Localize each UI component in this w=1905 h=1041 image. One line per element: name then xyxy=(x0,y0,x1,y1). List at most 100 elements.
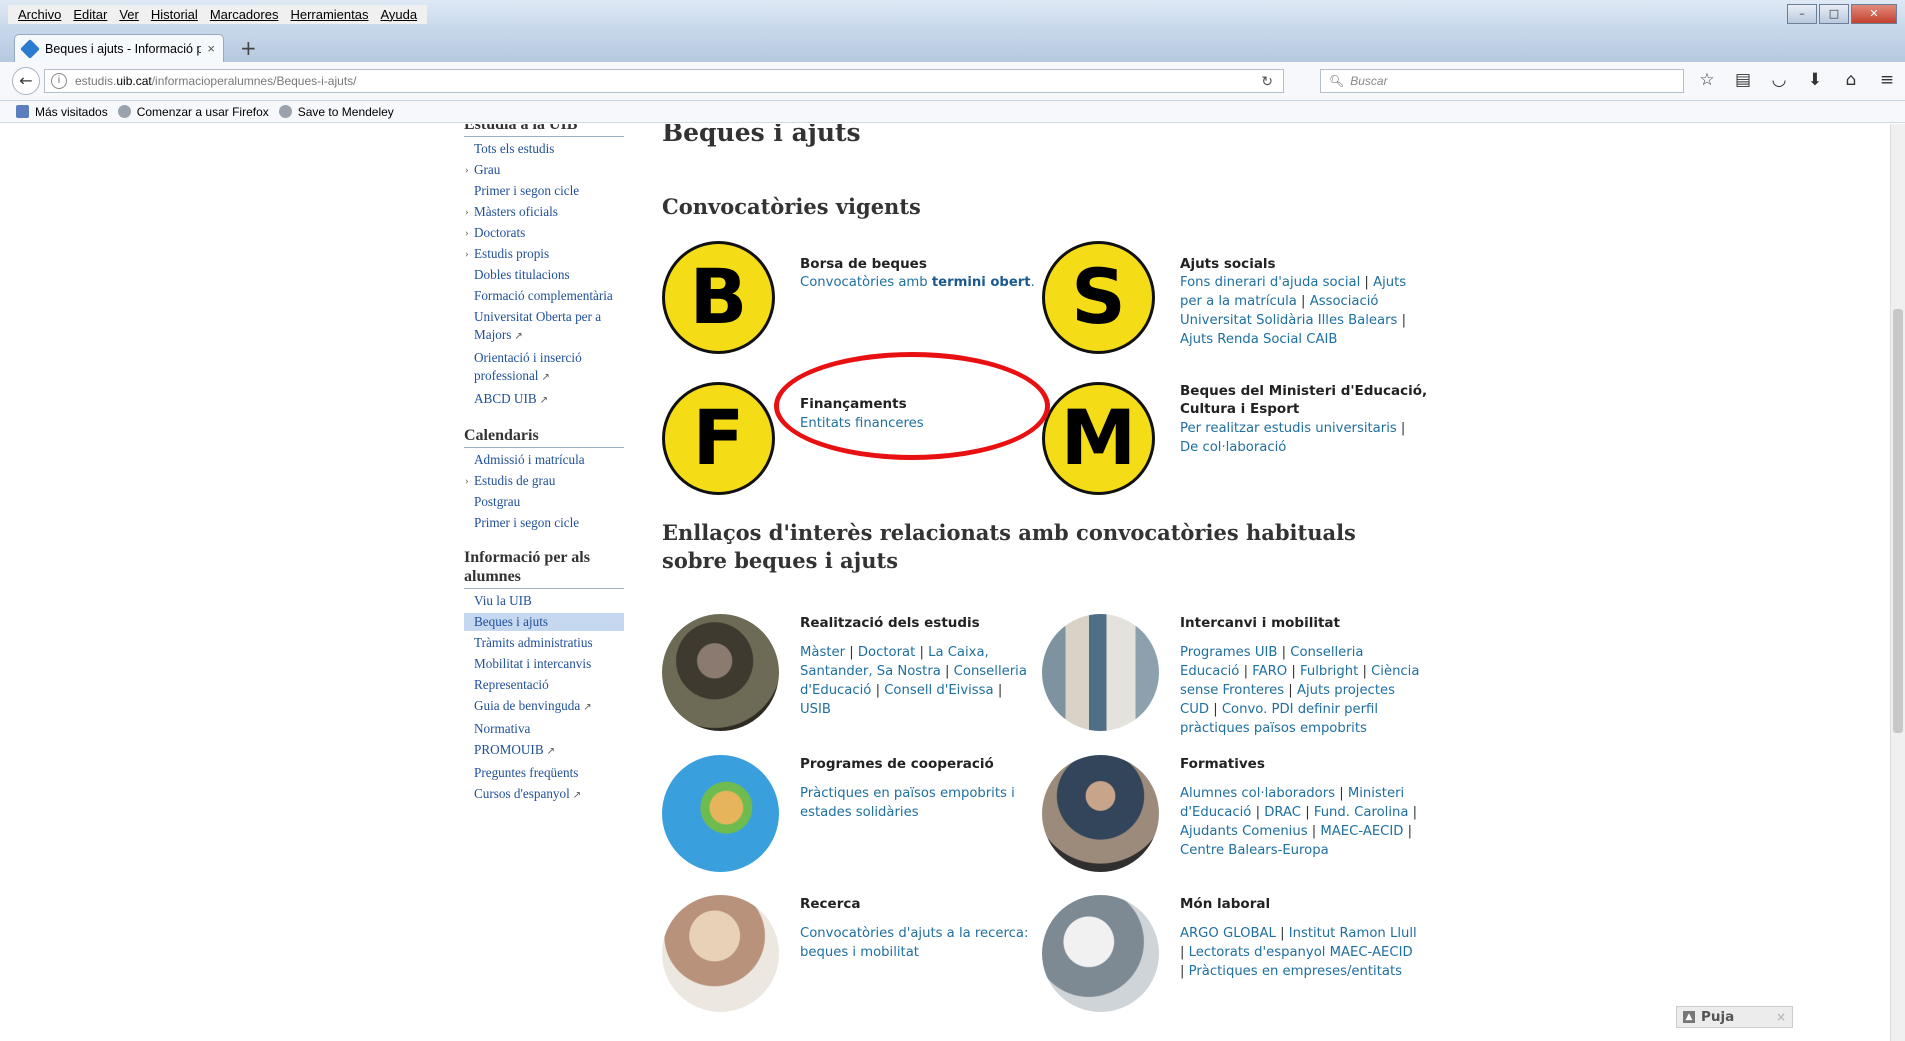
sidebar-item[interactable]: Admissió i matrícula xyxy=(464,451,624,469)
sidebar-item[interactable]: Estudis de grau xyxy=(464,472,624,490)
content-link[interactable]: Per realitzar estudis universitaris xyxy=(1180,421,1397,436)
content-link[interactable]: FARO xyxy=(1252,664,1287,679)
content-link[interactable]: ARGO GLOBAL xyxy=(1180,926,1276,941)
hamburger-menu-icon[interactable]: ≡ xyxy=(1876,70,1898,90)
bookmark-save-mendeley[interactable]: Save to Mendeley xyxy=(278,105,394,119)
content-link[interactable]: DRAC xyxy=(1264,805,1301,820)
sidebar-item[interactable]: Preguntes freqüents xyxy=(464,764,624,782)
sidebar-item[interactable]: Viu la UIB xyxy=(464,592,624,610)
photo-mobility-hallway xyxy=(1042,614,1159,731)
content-link[interactable]: Ajudants Comenius xyxy=(1180,824,1312,839)
menu-ayuda[interactable]: Ayuda xyxy=(376,7,421,22)
link-separator: | xyxy=(1275,926,1289,941)
bookmark-label: Más visitados xyxy=(35,104,108,119)
content-link[interactable]: Màster xyxy=(800,645,845,660)
close-icon[interactable]: ✕ xyxy=(1851,4,1897,24)
sidebar-item[interactable]: Grau xyxy=(464,161,624,179)
search-bar[interactable]: 🔍︎ Buscar xyxy=(1320,69,1684,93)
menu-archivo[interactable]: Archivo xyxy=(14,7,65,22)
content-link[interactable]: De col·laboració xyxy=(1180,440,1286,455)
new-tab-button[interactable]: + xyxy=(240,36,257,60)
vertical-scrollbar[interactable] xyxy=(1890,124,1905,1041)
url-bar[interactable]: i estudis. uib.cat/informacioperalumnes/B… xyxy=(44,69,1284,93)
sidebar-item[interactable]: Normativa xyxy=(464,720,624,738)
content-link[interactable]: Pràctiques en empreses/entitats xyxy=(1189,964,1402,979)
termini-obert-link[interactable]: termini obert xyxy=(932,275,1031,290)
bookmark-star-icon[interactable]: ☆ xyxy=(1696,70,1718,90)
content-link[interactable]: Fons dinerari d'ajuda social xyxy=(1180,275,1360,290)
badge-b[interactable]: B xyxy=(662,241,775,354)
info-icon[interactable]: i xyxy=(51,73,67,89)
sidebar-item[interactable]: Representació xyxy=(464,676,624,694)
back-arrow-icon[interactable]: ← xyxy=(12,67,40,95)
sidebar-item[interactable]: Estudis propis xyxy=(464,245,624,263)
reading-list-icon[interactable]: ▤ xyxy=(1732,70,1754,90)
content-link[interactable]: Convocatòries d'ajuts a la recerca: bequ… xyxy=(800,926,1028,960)
content-link[interactable]: Programes UIB xyxy=(1180,645,1277,660)
content-link[interactable]: Pràctiques en països empobrits i estades… xyxy=(800,786,1015,820)
badge-s[interactable]: S xyxy=(1042,241,1155,354)
card-title-ministeri: Beques del Ministeri d'Educació, Cultura… xyxy=(1180,383,1428,417)
folder-icon xyxy=(16,105,29,118)
content-link[interactable]: Fulbright xyxy=(1300,664,1358,679)
pocket-icon[interactable]: ◡ xyxy=(1768,70,1790,90)
minimize-icon[interactable]: – xyxy=(1787,4,1817,24)
sidebar-item[interactable]: Orientació i inserció professional ↗ xyxy=(464,349,624,387)
card-title-intercanvi: Intercanvi i mobilitat xyxy=(1180,615,1340,631)
content-link[interactable]: Doctorat xyxy=(858,645,915,660)
browser-tab[interactable]: Beques i ajuts - Informació p × xyxy=(14,34,224,62)
puja-close-icon[interactable]: × xyxy=(1776,1010,1786,1024)
card-title-formatives: Formatives xyxy=(1180,756,1265,772)
maximize-icon[interactable]: □ xyxy=(1819,4,1849,24)
sidebar-item[interactable]: Primer i segon cicle xyxy=(464,514,624,532)
menu-historial[interactable]: Historial xyxy=(147,7,202,22)
content-link[interactable]: Ajuts Renda Social CAIB xyxy=(1180,332,1337,347)
sidebar-item[interactable]: Primer i segon cicle xyxy=(464,182,624,200)
content-link[interactable]: USIB xyxy=(800,702,831,717)
content-link[interactable]: Consell d'Eivissa xyxy=(884,683,993,698)
downloads-icon[interactable]: ⬇ xyxy=(1804,70,1826,90)
sidebar-item[interactable]: Tots els estudis xyxy=(464,140,624,158)
content-link[interactable]: MAEC-AECID xyxy=(1320,824,1403,839)
tab-close-icon[interactable]: × xyxy=(207,41,215,56)
bookmark-mas-visitados[interactable]: Más visitados xyxy=(16,105,108,119)
link-separator: | xyxy=(871,683,885,698)
sidebar-item[interactable]: PROMOUIB ↗ xyxy=(464,741,624,761)
card-title-borsa: Borsa de beques xyxy=(800,256,927,272)
sidebar-item[interactable]: Guia de benvinguda ↗ xyxy=(464,697,624,717)
reload-icon[interactable]: ↻ xyxy=(1261,73,1273,90)
menu-herramientas[interactable]: Herramientas xyxy=(286,7,372,22)
back-to-top-button[interactable]: ▲ Puja × xyxy=(1676,1006,1793,1028)
content-link[interactable]: Entitats financeres xyxy=(800,416,924,431)
sidebar-item[interactable]: Universitat Oberta per a Majors ↗ xyxy=(464,308,624,346)
sidebar-item[interactable]: Tràmits administratius xyxy=(464,634,624,652)
sidebar-item[interactable]: Dobles titulacions xyxy=(464,266,624,284)
sidebar-item-label: Primer i segon cicle xyxy=(474,515,580,530)
menu-marcadores[interactable]: Marcadores xyxy=(206,7,283,22)
content-link[interactable]: Alumnes col·laboradors xyxy=(1180,786,1335,801)
sidebar-item[interactable]: ABCD UIB ↗ xyxy=(464,390,624,410)
menu-editar[interactable]: Editar xyxy=(69,7,111,22)
card-links: ARGO GLOBAL | Institut Ramon Llull | Lec… xyxy=(1180,924,1420,981)
badge-m[interactable]: M xyxy=(1042,382,1155,495)
sidebar-item[interactable]: Cursos d'espanyol ↗ xyxy=(464,785,624,805)
sidebar-item-label: Postgrau xyxy=(474,494,521,509)
sidebar-item[interactable]: Doctorats xyxy=(464,224,624,242)
content-link[interactable]: Institut Ramon Llull xyxy=(1289,926,1417,941)
content-link[interactable]: Centre Balears-Europa xyxy=(1180,843,1329,858)
bookmark-comenzar-firefox[interactable]: Comenzar a usar Firefox xyxy=(117,105,269,119)
sidebar-item[interactable]: Formació complementària xyxy=(464,287,624,305)
search-placeholder: Buscar xyxy=(1350,74,1388,88)
sidebar-item[interactable]: Mobilitat i intercanvis xyxy=(464,655,624,673)
content-link[interactable]: Lectorats d'espanyol MAEC-AECID xyxy=(1189,945,1413,960)
sidebar-item[interactable]: Postgrau xyxy=(464,493,624,511)
card-links-borsa: Convocatòries amb termini obert. xyxy=(800,273,1040,292)
home-icon[interactable]: ⌂ xyxy=(1840,70,1862,90)
section-heading-convocatories: Convocatòries vigents xyxy=(662,194,921,219)
content-link[interactable]: Fund. Carolina xyxy=(1314,805,1409,820)
scrollbar-thumb[interactable] xyxy=(1893,309,1903,733)
badge-f[interactable]: F xyxy=(662,382,775,495)
sidebar-item[interactable]: Màsters oficials xyxy=(464,203,624,221)
sidebar-item[interactable]: Beques i ajuts xyxy=(464,613,624,631)
menu-ver[interactable]: Ver xyxy=(115,7,143,22)
